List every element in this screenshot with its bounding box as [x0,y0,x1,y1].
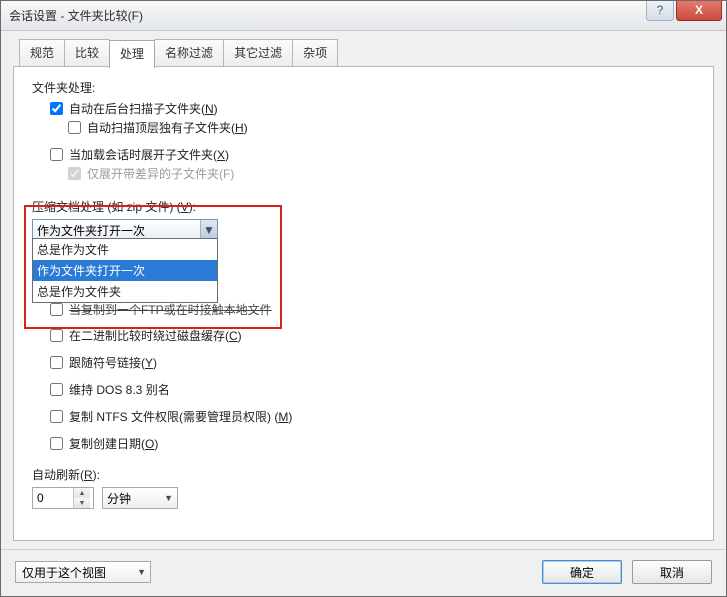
tabstrip: 规范 比较 处理 名称过滤 其它过滤 杂项 [13,39,714,67]
label-ntfs: 复制 NTFS 文件权限(需要管理员权限) (M) [69,408,292,425]
label-follow-symlinks: 跟随符号链接(Y) [69,354,157,371]
refresh-spinner[interactable]: ▲ ▼ [32,487,94,509]
archive-option-0[interactable]: 总是作为文件 [33,239,217,260]
label-auto-scan-orphan: 自动扫描顶层独有子文件夹(H) [87,119,248,136]
tab-other-filter[interactable]: 其它过滤 [223,39,293,67]
row-bypass-cache: 在二进制比较时绕过磁盘缓存(C) [32,327,695,344]
archive-option-1[interactable]: 作为文件夹打开一次 [33,260,217,281]
refresh-unit-combo[interactable]: 分钟 ▼ [102,487,178,509]
checkbox-follow-symlinks[interactable] [50,356,63,369]
tab-misc[interactable]: 杂项 [292,39,338,67]
auto-refresh-section: 自动刷新(R): ▲ ▼ 分钟 ▼ [32,466,695,509]
checkbox-copy-created[interactable] [50,437,63,450]
window-title: 会话设置 - 文件夹比较(F) [9,7,143,24]
label-copy-created: 复制创建日期(O) [69,435,158,452]
row-follow-symlinks: 跟随符号链接(Y) [32,354,695,371]
checkbox-only-diff-sub [68,167,81,180]
dialog-window: 会话设置 - 文件夹比较(F) ? X 规范 比较 处理 名称过滤 其它过滤 杂… [0,0,727,597]
chevron-down-icon: ▼ [164,493,177,503]
checkbox-expand-on-load[interactable] [50,148,63,161]
row-auto-scan-sub: 自动在后台扫描子文件夹(N) [32,100,695,117]
tab-panel-handling: 文件夹处理: 自动在后台扫描子文件夹(N) 自动扫描顶层独有子文件夹(H) 当加… [13,66,714,541]
cancel-button[interactable]: 取消 [632,560,712,584]
checkbox-touch-local[interactable] [50,303,63,316]
checkbox-ntfs[interactable] [50,410,63,423]
dialog-body: 规范 比较 处理 名称过滤 其它过滤 杂项 文件夹处理: 自动在后台扫描子文件夹… [1,31,726,549]
row-touch-local: 当复制到一个FTP或在时接触本地文件 [32,301,695,317]
row-dos83: 维持 DOS 8.3 别名 [32,381,695,398]
checkbox-dos83[interactable] [50,383,63,396]
refresh-value-input[interactable] [33,488,73,508]
row-copy-created: 复制创建日期(O) [32,435,695,452]
label-auto-scan-sub: 自动在后台扫描子文件夹(N) [69,100,218,117]
archive-label: 压缩文档处理 (如 zip 文件) (V): [32,198,695,215]
chevron-down-icon: ▼ [203,223,215,237]
titlebar: 会话设置 - 文件夹比较(F) ? X [1,1,726,31]
checkbox-auto-scan-orphan[interactable] [68,121,81,134]
row-only-diff-sub: 仅展开带差异的子文件夹(F) [32,165,695,182]
close-button[interactable]: X [676,1,722,21]
chevron-down-icon: ▼ [137,567,150,577]
row-auto-scan-orphan: 自动扫描顶层独有子文件夹(H) [32,119,695,136]
label-only-diff-sub: 仅展开带差异的子文件夹(F) [87,165,234,182]
tab-spec[interactable]: 规范 [19,39,65,67]
checkbox-auto-scan-sub[interactable] [50,102,63,115]
ok-button[interactable]: 确定 [542,560,622,584]
auto-refresh-label: 自动刷新(R): [32,466,695,483]
label-bypass-cache: 在二进制比较时绕过磁盘缓存(C) [69,327,242,344]
spin-down-icon[interactable]: ▼ [74,498,90,508]
label-expand-on-load: 当加载会话时展开子文件夹(X) [69,146,229,163]
checkbox-bypass-cache[interactable] [50,329,63,342]
archive-option-2[interactable]: 总是作为文件夹 [33,281,217,302]
tab-name-filter[interactable]: 名称过滤 [154,39,224,67]
row-expand-on-load: 当加载会话时展开子文件夹(X) [32,146,695,163]
folder-handling-label: 文件夹处理: [32,79,695,96]
scope-combo[interactable]: 仅用于这个视图 ▼ [15,561,151,583]
dialog-footer: 仅用于这个视图 ▼ 确定 取消 [1,549,726,596]
help-button[interactable]: ? [646,1,674,21]
label-dos83: 维持 DOS 8.3 别名 [69,381,170,398]
tab-compare[interactable]: 比较 [64,39,110,67]
archive-combo-button[interactable]: ▼ [200,220,217,240]
archive-dropdown[interactable]: 总是作为文件 作为文件夹打开一次 总是作为文件夹 [32,238,218,303]
row-ntfs: 复制 NTFS 文件权限(需要管理员权限) (M) [32,408,695,425]
archive-combo-value: 作为文件夹打开一次 [37,222,145,239]
archive-section: 压缩文档处理 (如 zip 文件) (V): 作为文件夹打开一次 ▼ 总是作为文… [32,198,695,241]
tab-handling[interactable]: 处理 [109,40,155,68]
spin-up-icon[interactable]: ▲ [74,488,90,498]
